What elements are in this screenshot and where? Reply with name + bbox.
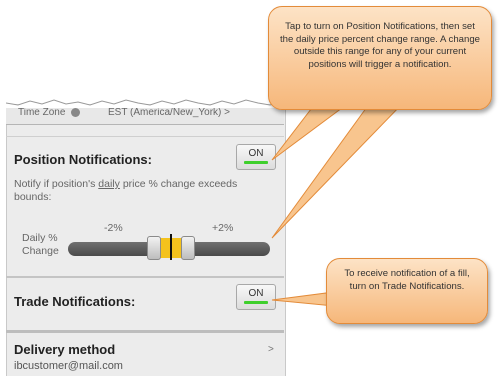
- daily-change-label-line1: Daily %: [22, 232, 58, 244]
- high-bound-label: +2%: [212, 222, 234, 234]
- description-prefix: Notify if position's: [14, 178, 99, 190]
- position-notifications-toggle[interactable]: ON: [236, 144, 276, 170]
- toggle-on-indicator: [244, 161, 268, 164]
- divider: [6, 136, 284, 137]
- trade-notifications-callout: To receive notification of a fill, turn …: [326, 258, 488, 324]
- toggle-label: ON: [248, 148, 264, 159]
- range-slider-center-marker: [170, 234, 172, 260]
- divider: [6, 330, 284, 333]
- range-slider-high-handle[interactable]: [181, 236, 195, 260]
- toggle-on-indicator: [244, 301, 268, 304]
- delivery-method-value: ibcustomer@mail.com: [14, 360, 123, 372]
- timezone-left-label: Time Zone: [18, 107, 66, 118]
- timezone-value: EST (America/New_York) >: [107, 107, 230, 118]
- position-notifications-callout: Tap to turn on Position Notifications, t…: [268, 6, 492, 110]
- timezone-text: Time Zone EST (America/New_York) >: [18, 107, 230, 118]
- low-bound-label: -2%: [104, 222, 123, 234]
- chevron-right-icon: >: [268, 344, 274, 355]
- toggle-label: ON: [248, 288, 264, 299]
- daily-change-label-line2: Change: [22, 245, 59, 257]
- divider: [6, 276, 284, 278]
- torn-paper-edge: [6, 99, 284, 108]
- timezone-row[interactable]: Time Zone EST (America/New_York) >: [6, 99, 284, 125]
- position-notifications-label: Position Notifications:: [14, 152, 152, 167]
- info-icon: [71, 107, 81, 117]
- daily-change-label: Daily % Change: [22, 232, 59, 258]
- delivery-method-label: Delivery method: [14, 342, 116, 357]
- position-notifications-description: Notify if position's daily price % chang…: [14, 178, 274, 204]
- trade-notifications-toggle[interactable]: ON: [236, 284, 276, 310]
- range-slider-low-handle[interactable]: [147, 236, 161, 260]
- trade-notifications-label: Trade Notifications:: [14, 294, 136, 309]
- delivery-method-row[interactable]: Delivery method ibcustomer@mail.com >: [6, 334, 284, 376]
- description-emphasis: daily: [98, 178, 120, 190]
